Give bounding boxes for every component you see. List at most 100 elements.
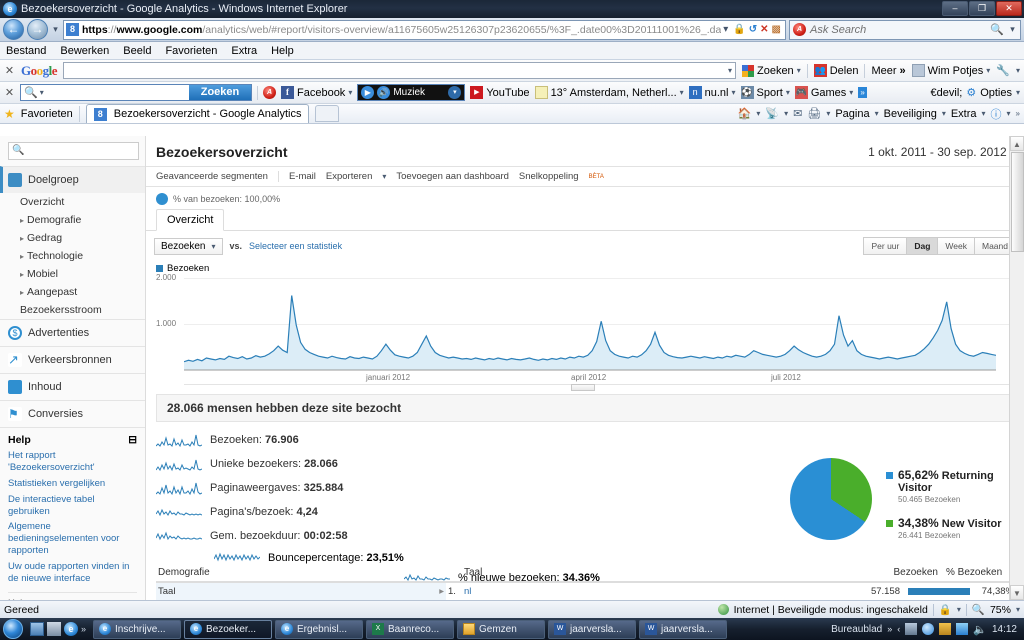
- wrench-icon[interactable]: 🔧: [996, 64, 1010, 77]
- ask-opties-button[interactable]: €devil; ⚙ Opties ▾: [931, 86, 1020, 100]
- play-icon[interactable]: ▶: [361, 86, 375, 99]
- extra-menu[interactable]: Extra: [951, 108, 977, 120]
- menu-beeld[interactable]: Beeld: [123, 45, 151, 57]
- chevron-down-icon[interactable]: ▾: [1007, 109, 1011, 118]
- wireless-icon[interactable]: [922, 623, 935, 635]
- scroll-up-icon[interactable]: ▲: [1010, 136, 1024, 151]
- taskbar-button-bezoeker[interactable]: e Bezoeker...: [184, 619, 273, 639]
- segment-label[interactable]: % van bezoeken: 100,00%: [173, 194, 280, 204]
- internet-explorer-icon[interactable]: e: [64, 622, 78, 636]
- chevron-down-icon[interactable]: ▾: [728, 66, 732, 75]
- zoom-level[interactable]: 75%: [990, 604, 1011, 616]
- minimize-button[interactable]: –: [942, 1, 968, 16]
- chevron-down-icon[interactable]: ▾: [986, 66, 990, 75]
- help-link-statistieken[interactable]: Statistieken vergelijken: [8, 478, 137, 490]
- chevron-down-icon[interactable]: ▾: [1016, 66, 1020, 75]
- compatibility-view-icon[interactable]: ▩: [772, 24, 781, 35]
- tray-expand-icon[interactable]: ‹: [897, 624, 900, 634]
- chevron-down-icon[interactable]: ▾: [211, 242, 215, 251]
- volume-icon[interactable]: 🔈: [973, 623, 987, 636]
- chevron-down-icon[interactable]: ▾: [40, 88, 44, 97]
- facebook-button[interactable]: f Facebook ▾: [281, 86, 352, 99]
- ask-search-caret[interactable]: ▾: [1008, 24, 1017, 35]
- desktop-toolbar-label[interactable]: Bureaublad: [831, 624, 882, 635]
- granularity-per-uur[interactable]: Per uur: [863, 237, 908, 255]
- star-icon[interactable]: ★: [4, 107, 15, 121]
- youtube-button[interactable]: ▶ YouTube: [470, 86, 530, 99]
- muziek-player[interactable]: ▶ 🔊 Muziek ▾: [357, 84, 466, 101]
- email-button[interactable]: E-mail: [289, 171, 316, 182]
- sidebar-item-mobiel[interactable]: ▸ Mobiel: [0, 265, 145, 283]
- command-bar-overflow-icon[interactable]: »: [1016, 109, 1020, 118]
- chart-range-handle[interactable]: [571, 384, 595, 391]
- stop-icon[interactable]: ✕: [760, 24, 768, 35]
- help-link-tabel[interactable]: De interactieve tabel gebruiken: [8, 494, 137, 518]
- media-icon[interactable]: [47, 622, 61, 636]
- chevron-down-icon[interactable]: ▾: [680, 88, 684, 97]
- chevron-down-icon[interactable]: ▾: [382, 172, 386, 181]
- updates-icon[interactable]: [939, 623, 952, 635]
- scroll-down-icon[interactable]: ▼: [1010, 585, 1024, 600]
- sidebar-item-doelgroep[interactable]: Doelgroep: [0, 166, 145, 193]
- chevron-down-icon[interactable]: ▾: [348, 88, 352, 97]
- feed-icon[interactable]: 📡: [765, 107, 779, 120]
- recent-pages-dropdown[interactable]: ▾: [51, 24, 60, 35]
- forward-button[interactable]: →: [27, 19, 48, 40]
- zoom-icon[interactable]: 🔍: [972, 603, 985, 616]
- action-center-icon[interactable]: [956, 623, 969, 635]
- address-dropdown-icon[interactable]: ▾: [721, 24, 730, 35]
- search-icon[interactable]: 🔍: [990, 23, 1004, 36]
- sidebar-item-advertenties[interactable]: $ Advertenties: [0, 319, 145, 346]
- chevron-down-icon[interactable]: ▾: [942, 109, 946, 118]
- granularity-week[interactable]: Week: [938, 237, 975, 255]
- snelkoppeling-button[interactable]: Snelkoppeling: [519, 171, 579, 182]
- beveiliging-menu[interactable]: Beveiliging: [884, 108, 937, 120]
- google-search-input[interactable]: ▾: [63, 62, 736, 79]
- sport-button[interactable]: ⚽ Sport ▾: [740, 86, 790, 99]
- google-zoeken-button[interactable]: Zoeken ▾: [741, 64, 801, 77]
- chevron-down-icon[interactable]: ▾: [797, 66, 801, 75]
- chevron-down-icon[interactable]: ▾: [849, 88, 853, 97]
- sidebar-item-gedrag[interactable]: ▸ Gedrag: [0, 229, 145, 247]
- network-icon[interactable]: [905, 623, 918, 635]
- menu-bestand[interactable]: Bestand: [6, 45, 46, 57]
- games-button[interactable]: 🎮 Games ▾: [794, 86, 853, 99]
- chevron-down-icon[interactable]: ▾: [756, 109, 760, 118]
- print-icon[interactable]: 🖨: [807, 107, 821, 120]
- sidebar-item-demografie[interactable]: ▸ Demografie: [0, 211, 145, 229]
- taskbar-button-inschrijven[interactable]: e Inschrijve...: [93, 619, 182, 639]
- pagina-menu[interactable]: Pagina: [835, 108, 869, 120]
- weather-button[interactable]: 13° Amsterdam, Netherl... ▾: [534, 86, 684, 99]
- menu-extra[interactable]: Extra: [231, 45, 257, 57]
- taal-row[interactable]: 1. nl 57.158 74,38%: [446, 583, 1016, 600]
- browser-tab[interactable]: 8 Bezoekersoverzicht - Google Analytics: [85, 104, 310, 123]
- collapse-icon[interactable]: ⊟: [128, 434, 137, 446]
- menu-help[interactable]: Help: [271, 45, 294, 57]
- ask-zoeken-button[interactable]: Zoeken: [189, 85, 251, 100]
- help-link-bedieningselementen[interactable]: Algemene bedieningselementen voor rappor…: [8, 521, 137, 557]
- ask-overflow-icon[interactable]: »: [858, 87, 867, 98]
- help-icon[interactable]: ⓘ: [991, 106, 1002, 122]
- taskbar-button-baanreco[interactable]: X Baanreco...: [366, 619, 455, 639]
- ask-search-box[interactable]: A Ask Search 🔍 ▾: [789, 19, 1021, 40]
- pie-slices[interactable]: [790, 458, 872, 540]
- menu-favorieten[interactable]: Favorieten: [165, 45, 217, 57]
- start-button[interactable]: [3, 619, 23, 639]
- close-button[interactable]: ✕: [996, 1, 1022, 16]
- chevron-down-icon[interactable]: ▾: [1016, 605, 1020, 614]
- sidebar-item-bezoekersstroom[interactable]: Bezoekersstroom: [0, 301, 145, 319]
- new-tab-button[interactable]: [315, 105, 340, 122]
- sidebar-item-verkeersbronnen[interactable]: ↗ Verkeersbronnen: [0, 346, 145, 373]
- taskbar-button-ergebnisliste[interactable]: e Ergebnisl...: [275, 619, 364, 639]
- back-button[interactable]: ←: [3, 19, 24, 40]
- maximize-button[interactable]: ❐: [969, 1, 995, 16]
- clock[interactable]: 14:12: [992, 624, 1017, 635]
- help-link-oude-rapporten[interactable]: Uw oude rapporten vinden in de nieuwe in…: [8, 561, 137, 585]
- ask-logo-icon[interactable]: A: [263, 86, 276, 99]
- home-icon[interactable]: 🏠: [738, 107, 752, 120]
- chevron-down-icon[interactable]: ▾: [1016, 88, 1020, 97]
- tab-overzicht[interactable]: Overzicht: [156, 209, 225, 231]
- toevoegen-dashboard-button[interactable]: Toevoegen aan dashboard: [396, 171, 509, 182]
- mail-icon[interactable]: ✉: [793, 107, 802, 120]
- select-metric-link[interactable]: Selecteer een statistiek: [249, 241, 342, 251]
